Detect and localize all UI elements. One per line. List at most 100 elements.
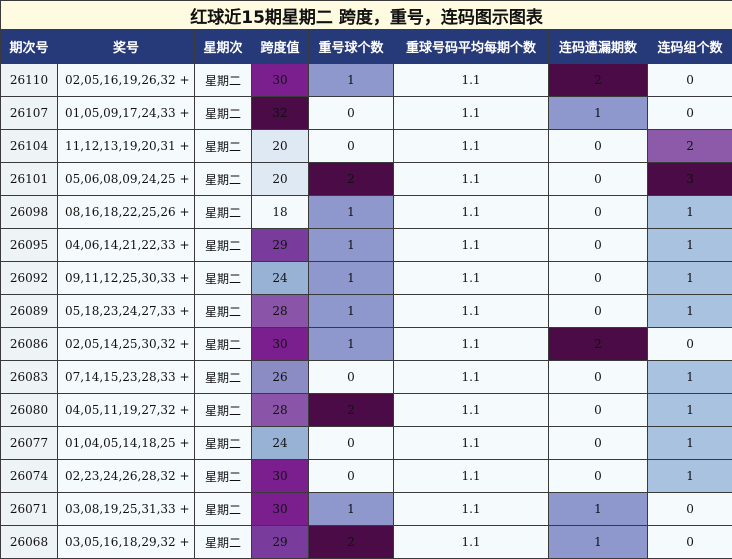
consecutive-gap-cell: 0: [548, 195, 648, 229]
period-cell: 26092: [0, 261, 58, 295]
span-cell: 30: [251, 63, 309, 97]
consecutive-gap-cell: 1: [548, 96, 648, 130]
span-cell: 30: [251, 492, 309, 526]
repeat-average-cell: 1.1: [393, 360, 549, 394]
consecutive-gap-cell: 0: [548, 294, 648, 328]
weekday-cell: 星期二: [194, 426, 252, 460]
consecutive-gap-cell: 0: [548, 459, 648, 493]
table-row: 26083 07,14,15,23,28,33 + 03 星期二 26 0 1.1 0 1: [0, 360, 732, 394]
consecutive-groups-cell: 1: [646, 360, 732, 394]
table-row: 26089 05,18,23,24,27,33 + 03 星期二 28 1 1.1 0 1: [0, 294, 732, 328]
period-cell: 26089: [0, 294, 58, 328]
span-cell: 24: [251, 426, 309, 460]
span-cell: 18: [251, 195, 309, 229]
repeat-count-cell: 0: [308, 459, 394, 493]
table-row: 26074 02,23,24,26,28,32 + 04 星期二 30 0 1.1 0 1: [0, 459, 732, 493]
repeat-average-cell: 1.1: [393, 294, 549, 328]
table-row: 26107 01,05,09,17,24,33 + 04 星期二 32 0 1.1 1 0: [0, 96, 732, 130]
period-cell: 26074: [0, 459, 58, 493]
repeat-average-cell: 1.1: [393, 162, 549, 196]
weekday-cell: 星期二: [194, 162, 252, 196]
span-cell: 30: [251, 459, 309, 493]
table-row: 26095 04,06,14,21,22,33 + 16 星期二 29 1 1.1 0 1: [0, 228, 732, 262]
repeat-average-cell: 1.1: [393, 228, 549, 262]
table-row: 26086 02,05,14,25,30,32 + 05 星期二 30 1 1.1 2 0: [0, 327, 732, 361]
weekday-cell: 星期二: [194, 393, 252, 427]
repeat-average-cell: 1.1: [393, 261, 549, 295]
consecutive-gap-cell: 0: [548, 393, 648, 427]
draw-numbers-cell: 04,06,14,21,22,33 + 16: [57, 228, 195, 262]
draw-numbers-cell: 02,23,24,26,28,32 + 04: [57, 459, 195, 493]
period-cell: 26077: [0, 426, 58, 460]
draw-numbers-cell: 11,12,13,19,20,31 + 03: [57, 129, 195, 163]
consecutive-gap-cell: 2: [548, 327, 648, 361]
weekday-cell: 星期二: [194, 492, 252, 526]
period-cell: 26098: [0, 195, 58, 229]
period-cell: 26083: [0, 360, 58, 394]
header-period: 期次号: [0, 29, 58, 64]
table-row: 26092 09,11,12,25,30,33 + 11 星期二 24 1 1.1 0 1: [0, 261, 732, 295]
period-cell: 26068: [0, 525, 58, 559]
table-row: 26101 05,06,08,09,24,25 + 12 星期二 20 2 1.1 0 3: [0, 162, 732, 196]
consecutive-gap-cell: 0: [548, 129, 648, 163]
period-cell: 26110: [0, 63, 58, 97]
weekday-cell: 星期二: [194, 261, 252, 295]
consecutive-gap-cell: 0: [548, 360, 648, 394]
consecutive-groups-cell: 1: [646, 228, 732, 262]
page-title: 红球近15期星期二 跨度，重号，连码图示图表: [0, 0, 732, 30]
repeat-count-cell: 1: [308, 195, 394, 229]
table-row: 26104 11,12,13,19,20,31 + 03 星期二 20 0 1.1 0 2: [0, 129, 732, 163]
span-cell: 24: [251, 261, 309, 295]
repeat-count-cell: 2: [308, 162, 394, 196]
header-repeat-average: 重球号码平均每期个数: [393, 29, 549, 64]
consecutive-groups-cell: 3: [646, 162, 732, 196]
span-cell: 20: [251, 162, 309, 196]
draw-numbers-cell: 02,05,14,25,30,32 + 05: [57, 327, 195, 361]
stats-table: 红球近15期星期二 跨度，重号，连码图示图表 期次号 奖号 星期次 跨度值 重号…: [0, 0, 732, 559]
span-cell: 20: [251, 129, 309, 163]
draw-numbers-cell: 09,11,12,25,30,33 + 11: [57, 261, 195, 295]
consecutive-groups-cell: 1: [646, 426, 732, 460]
repeat-count-cell: 0: [308, 426, 394, 460]
span-cell: 32: [251, 96, 309, 130]
header-consecutive-gap: 连码遗漏期数: [548, 29, 648, 64]
consecutive-gap-cell: 0: [548, 261, 648, 295]
weekday-cell: 星期二: [194, 360, 252, 394]
table-row: 26071 03,08,19,25,31,33 + 05 星期二 30 1 1.1 1 0: [0, 492, 732, 526]
repeat-average-cell: 1.1: [393, 393, 549, 427]
repeat-average-cell: 1.1: [393, 459, 549, 493]
weekday-cell: 星期二: [194, 195, 252, 229]
draw-numbers-cell: 08,16,18,22,25,26 + 07: [57, 195, 195, 229]
span-cell: 29: [251, 525, 309, 559]
period-cell: 26107: [0, 96, 58, 130]
table-row: 26098 08,16,18,22,25,26 + 07 星期二 18 1 1.1 0 1: [0, 195, 732, 229]
period-cell: 26095: [0, 228, 58, 262]
span-cell: 29: [251, 228, 309, 262]
weekday-cell: 星期二: [194, 525, 252, 559]
header-row: 期次号 奖号 星期次 跨度值 重号球个数 重球号码平均每期个数 连码遗漏期数 连…: [0, 29, 732, 64]
consecutive-groups-cell: 1: [646, 459, 732, 493]
header-span: 跨度值: [251, 29, 309, 64]
draw-numbers-cell: 05,18,23,24,27,33 + 03: [57, 294, 195, 328]
consecutive-groups-cell: 2: [646, 129, 732, 163]
repeat-count-cell: 1: [308, 63, 394, 97]
draw-numbers-cell: 01,05,09,17,24,33 + 04: [57, 96, 195, 130]
draw-numbers-cell: 04,05,11,19,27,32 + 01: [57, 393, 195, 427]
table-row: 26077 01,04,05,14,18,25 + 04 星期二 24 0 1.1 0 1: [0, 426, 732, 460]
table-row: 26110 02,05,16,19,26,32 + 14 星期二 30 1 1.1 2 0: [0, 63, 732, 97]
repeat-count-cell: 0: [308, 360, 394, 394]
header-draw: 奖号: [57, 29, 195, 64]
header-repeat-count: 重号球个数: [308, 29, 394, 64]
header-consecutive-groups: 连码组个数: [646, 29, 732, 64]
draw-numbers-cell: 03,05,16,18,29,32 + 04: [57, 525, 195, 559]
consecutive-gap-cell: 0: [548, 228, 648, 262]
consecutive-groups-cell: 1: [646, 261, 732, 295]
table-row: 26080 04,05,11,19,27,32 + 01 星期二 28 2 1.1 0 1: [0, 393, 732, 427]
consecutive-groups-cell: 0: [646, 492, 732, 526]
header-weekday: 星期次: [194, 29, 252, 64]
weekday-cell: 星期二: [194, 129, 252, 163]
weekday-cell: 星期二: [194, 327, 252, 361]
span-cell: 28: [251, 393, 309, 427]
draw-numbers-cell: 05,06,08,09,24,25 + 12: [57, 162, 195, 196]
weekday-cell: 星期二: [194, 63, 252, 97]
